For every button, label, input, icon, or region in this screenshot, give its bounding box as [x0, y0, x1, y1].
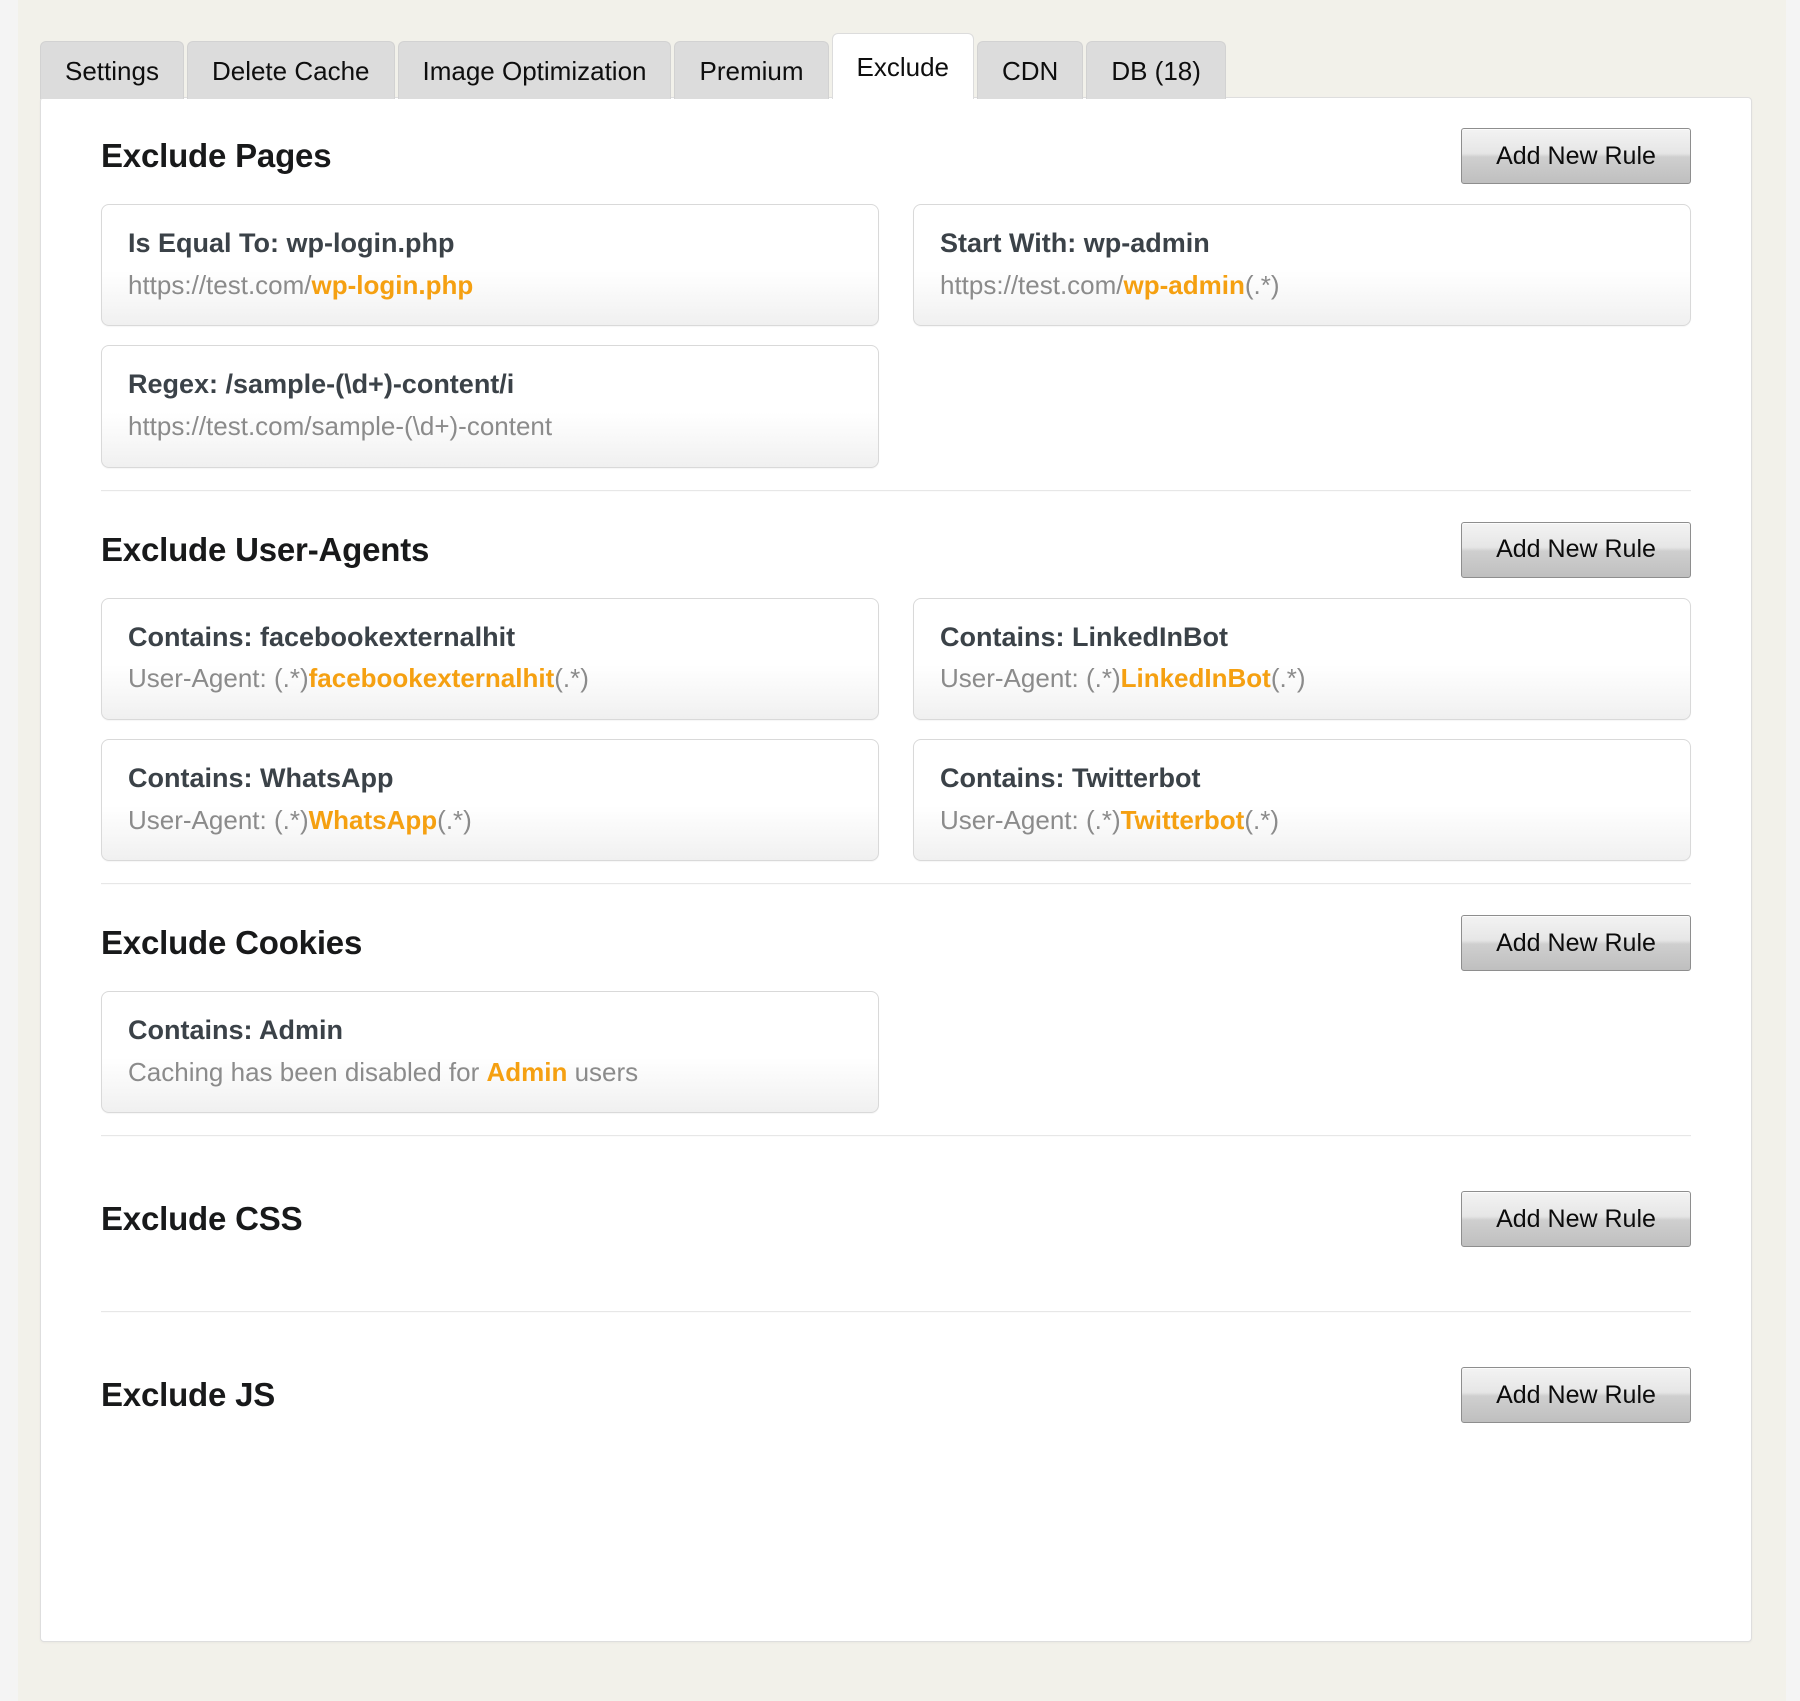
- add-new-rule-button[interactable]: Add New Rule: [1461, 915, 1691, 971]
- rule-pattern: User-Agent: (.*)facebookexternalhit(.*): [128, 662, 852, 695]
- rule-pattern-suffix: (.*): [554, 663, 589, 694]
- section-title: Exclude JS: [101, 1376, 276, 1414]
- rule-pattern-suffix: (.*): [1244, 804, 1279, 835]
- tab-cdn[interactable]: CDN: [977, 41, 1084, 99]
- tab-exclude[interactable]: Exclude: [831, 33, 974, 99]
- panel-body: Exclude Pages Add New Rule Is Equal To: wp…: [41, 98, 1751, 1641]
- rule-pattern-prefix: User-Agent: (.*): [128, 663, 309, 694]
- rule-pattern-highlight: wp-login.php: [311, 269, 474, 300]
- rule-pattern-highlight: wp-admin: [1123, 269, 1245, 300]
- add-new-rule-button[interactable]: Add New Rule: [1461, 1191, 1691, 1248]
- tab-label: Premium: [699, 55, 804, 86]
- section-header: Exclude JS Add New Rule: [101, 1335, 1691, 1455]
- section-title: Exclude Cookies: [101, 924, 363, 961]
- rule-card[interactable]: Contains: LinkedInBot User-Agent: (.*)Lin…: [913, 597, 1691, 720]
- section-title: Exclude User-Agents: [101, 530, 430, 568]
- tab-bar: Settings Delete Cache Image Optimization Pr…: [40, 33, 1229, 99]
- app-screen: Settings Delete Cache Image Optimization Pr…: [0, 0, 1800, 1701]
- rule-card[interactable]: Is Equal To: wp-login.php https://test.co…: [101, 204, 879, 327]
- rule-pattern-highlight: facebookexternalhit: [308, 663, 555, 694]
- section-header: Exclude CSS Add New Rule: [101, 1159, 1691, 1279]
- rule-pattern-suffix: (.*): [1244, 269, 1280, 300]
- rule-pattern-highlight: WhatsApp: [308, 804, 438, 835]
- section-exclude-user-agents: Exclude User-Agents Add New Rule Contains:…: [101, 492, 1691, 874]
- rule-pattern: User-Agent: (.*)WhatsApp(.*): [128, 804, 852, 837]
- tab-label: Image Optimization: [422, 55, 647, 86]
- exclude-panel: Exclude Pages Add New Rule Is Equal To: wp…: [40, 97, 1752, 1642]
- tab-settings[interactable]: Settings: [40, 41, 184, 99]
- rule-title: Is Equal To: wp-login.php: [128, 228, 455, 258]
- rule-pattern-suffix: (.*): [437, 804, 472, 835]
- rules-grid: Is Equal To: wp-login.php https://test.co…: [101, 204, 1691, 480]
- rule-pattern: https://test.com/sample-(\d+)-content: [128, 410, 852, 443]
- rule-title: Start With: wp-admin: [940, 228, 1210, 258]
- rule-pattern-prefix: https://test.com/: [128, 269, 312, 300]
- rule-card[interactable]: Contains: Twitterbot User-Agent: (.*)Twit…: [913, 738, 1691, 861]
- section-exclude-js: Exclude JS Add New Rule: [101, 1313, 1691, 1477]
- rule-title: Contains: LinkedInBot: [940, 621, 1228, 652]
- rule-title: Contains: Twitterbot: [940, 762, 1201, 793]
- rule-card[interactable]: Regex: /sample-(\d+)-content/i https://te…: [101, 345, 879, 468]
- rule-title: Regex: /sample-(\d+)-content/i: [128, 369, 515, 400]
- rule-pattern: User-Agent: (.*)LinkedInBot(.*): [940, 662, 1664, 695]
- tab-label: Exclude: [856, 51, 950, 82]
- section-header: Exclude User-Agents Add New Rule: [101, 502, 1691, 598]
- rule-pattern: User-Agent: (.*)Twitterbot(.*): [940, 804, 1664, 837]
- rule-pattern-prefix: User-Agent: (.*): [940, 804, 1121, 835]
- section-header: Exclude Cookies Add New Rule: [101, 895, 1691, 991]
- rule-card[interactable]: Contains: Admin Caching has been disabled…: [101, 991, 879, 1114]
- rule-pattern-highlight: Twitterbot: [1120, 804, 1245, 835]
- rule-pattern-prefix: https://test.com/sample-(\d+)-content: [128, 411, 553, 441]
- rule-pattern-prefix: User-Agent: (.*): [940, 663, 1121, 694]
- rule-pattern-highlight: Admin: [486, 1056, 568, 1087]
- rule-pattern-highlight: LinkedInBot: [1120, 663, 1271, 694]
- tab-label: DB (18): [1111, 55, 1201, 86]
- rule-pattern-suffix: (.*): [1270, 663, 1306, 694]
- add-new-rule-button[interactable]: Add New Rule: [1461, 128, 1691, 184]
- rules-grid: Contains: facebookexternalhit User-Agent:…: [101, 597, 1691, 874]
- section-title: Exclude Pages: [101, 137, 332, 174]
- rule-title: Contains: WhatsApp: [128, 762, 394, 793]
- rule-card[interactable]: Start With: wp-admin https://test.com/wp-…: [913, 204, 1691, 327]
- section-exclude-css: Exclude CSS Add New Rule: [101, 1137, 1691, 1301]
- rule-pattern: Caching has been disabled for Admin user…: [128, 1056, 852, 1089]
- tab-db-18[interactable]: DB (18): [1086, 41, 1226, 99]
- rules-grid: Contains: Admin Caching has been disabled…: [101, 991, 1691, 1125]
- section-exclude-cookies: Exclude Cookies Add New Rule Contains: Adm…: [101, 885, 1691, 1125]
- rule-title: Contains: Admin: [128, 1015, 343, 1045]
- rule-pattern-prefix: User-Agent: (.*): [128, 804, 309, 835]
- tab-label: Delete Cache: [211, 55, 370, 86]
- add-new-rule-button[interactable]: Add New Rule: [1461, 1367, 1691, 1424]
- rule-pattern-suffix: users: [567, 1056, 639, 1087]
- add-new-rule-button[interactable]: Add New Rule: [1461, 521, 1691, 578]
- rule-card[interactable]: Contains: WhatsApp User-Agent: (.*)WhatsA…: [101, 738, 879, 861]
- section-header: Exclude Pages Add New Rule: [101, 108, 1691, 204]
- tab-image-optimization[interactable]: Image Optimization: [397, 41, 672, 99]
- tab-label: Settings: [65, 55, 159, 86]
- app-inner: Settings Delete Cache Image Optimization Pr…: [18, 0, 1786, 1701]
- rule-pattern-prefix: Caching has been disabled for: [128, 1056, 487, 1087]
- tab-label: CDN: [1002, 55, 1059, 86]
- tab-premium[interactable]: Premium: [674, 41, 829, 99]
- rule-pattern: https://test.com/wp-admin(.*): [940, 269, 1664, 302]
- rule-pattern: https://test.com/wp-login.php: [128, 269, 852, 302]
- section-exclude-pages: Exclude Pages Add New Rule Is Equal To: wp…: [101, 98, 1691, 480]
- rule-card[interactable]: Contains: facebookexternalhit User-Agent:…: [101, 597, 879, 720]
- rule-title: Contains: facebookexternalhit: [128, 621, 516, 652]
- section-title: Exclude CSS: [101, 1200, 303, 1238]
- rule-pattern-prefix: https://test.com/: [940, 269, 1124, 300]
- tab-delete-cache[interactable]: Delete Cache: [186, 41, 395, 99]
